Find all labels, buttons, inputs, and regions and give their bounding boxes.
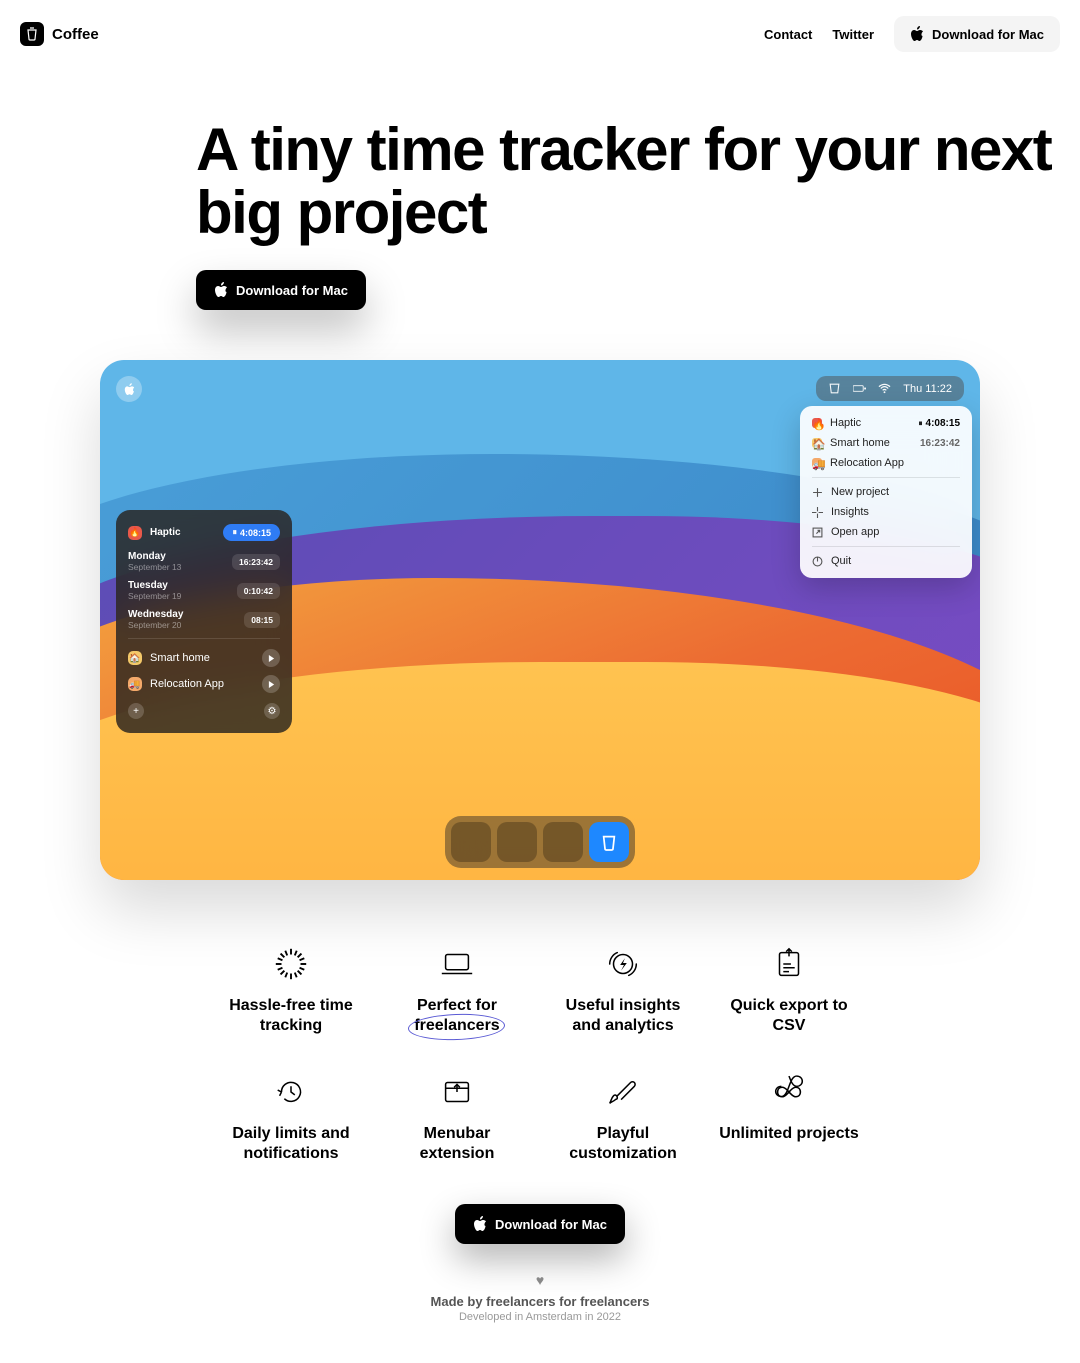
day-row: WednesdaySeptember 2008:15 <box>128 609 280 630</box>
dock-item[interactable] <box>543 822 583 862</box>
apple-icon <box>214 282 228 298</box>
laptop-icon <box>386 940 528 988</box>
spinner-icon <box>220 940 362 988</box>
sparkle-icon <box>812 507 823 518</box>
day-row: TuesdaySeptember 190:10:42 <box>128 580 280 601</box>
project-row: 🚚Relocation App <box>128 675 280 693</box>
feature-limits: Daily limits and notifications <box>220 1068 362 1164</box>
add-button[interactable]: + <box>128 703 144 719</box>
dock-item-coffee[interactable] <box>589 822 629 862</box>
download-button-footer[interactable]: Download for Mac <box>455 1204 625 1244</box>
hero-title: A tiny time tracker for your next big pr… <box>196 118 1080 244</box>
credits: ♥ Made by freelancers for freelancers De… <box>0 1272 1080 1363</box>
menubar-dropdown: 🔥Haptic4:08:15 🏠Smart home16:23:42 🚚Relo… <box>800 406 972 578</box>
feature-csv: Quick export to CSV <box>718 940 860 1036</box>
dock-item[interactable] <box>497 822 537 862</box>
feature-hasslefree: Hassle-free time tracking <box>220 940 362 1036</box>
brand-name: Coffee <box>52 26 99 43</box>
nav: Contact Twitter Download for Mac <box>764 16 1060 52</box>
menu-quit[interactable]: Quit <box>800 551 972 571</box>
menubar: Thu 11:22 <box>816 376 964 401</box>
feature-customization: Playful customization <box>552 1068 694 1164</box>
battery-icon <box>853 382 866 395</box>
app-footer: + ⚙ <box>128 703 280 719</box>
feature-insights: Useful insights and analytics <box>552 940 694 1036</box>
active-timer-pill[interactable]: ⏸ 4:08:15 <box>223 524 280 541</box>
dock-item[interactable] <box>451 822 491 862</box>
apple-menu-icon <box>116 376 142 402</box>
header: Coffee Contact Twitter Download for Mac <box>0 0 1080 68</box>
app-active-project: 🔥Haptic ⏸ 4:08:15 <box>128 524 280 541</box>
plus-icon <box>812 487 823 498</box>
csv-icon <box>718 940 860 988</box>
bolt-circle-icon <box>552 940 694 988</box>
menubar-icon <box>386 1068 528 1116</box>
credits-line1: Made by freelancers for freelancers <box>0 1294 1080 1309</box>
play-button[interactable] <box>262 649 280 667</box>
desktop-mockup: Thu 11:22 🔥Haptic4:08:15 🏠Smart home16:2… <box>100 360 980 880</box>
wifi-icon <box>878 382 891 395</box>
dock <box>445 816 635 868</box>
apple-icon <box>910 26 924 42</box>
download-button-hero[interactable]: Download for Mac <box>196 270 366 310</box>
nav-contact[interactable]: Contact <box>764 27 812 42</box>
heart-icon: ♥ <box>0 1272 1080 1288</box>
cta: Download for Mac <box>0 1204 1080 1244</box>
menu-project-relocation[interactable]: 🚚Relocation App <box>800 453 972 473</box>
credits-line2: Developed in Amsterdam in 2022 <box>0 1311 1080 1323</box>
menu-new-project[interactable]: New project <box>800 482 972 502</box>
menu-insights[interactable]: Insights <box>800 502 972 522</box>
nav-twitter[interactable]: Twitter <box>832 27 874 42</box>
feature-menubar: Menubar extension <box>386 1068 528 1164</box>
feature-freelancers: Perfect for freelancers <box>386 940 528 1036</box>
menu-project-smarthome[interactable]: 🏠Smart home16:23:42 <box>800 433 972 453</box>
menu-open-app[interactable]: Open app <box>800 522 972 542</box>
play-button[interactable] <box>262 675 280 693</box>
features-grid: Hassle-free time tracking Perfect for fr… <box>220 940 860 1164</box>
menu-project-haptic[interactable]: 🔥Haptic4:08:15 <box>800 413 972 433</box>
app-window: 🔥Haptic ⏸ 4:08:15 MondaySeptember 1316:2… <box>116 510 292 733</box>
apple-icon <box>473 1216 487 1232</box>
project-row: 🏠Smart home <box>128 649 280 667</box>
menubar-time: Thu 11:22 <box>903 383 952 395</box>
day-row: MondaySeptember 1316:23:42 <box>128 551 280 572</box>
infinity-icon <box>718 1068 860 1116</box>
brand-icon <box>20 22 44 46</box>
cup-icon <box>828 382 841 395</box>
power-icon <box>812 556 823 567</box>
hero: A tiny time tracker for your next big pr… <box>0 68 1080 310</box>
download-button-header[interactable]: Download for Mac <box>894 16 1060 52</box>
open-icon <box>812 527 823 538</box>
history-icon <box>220 1068 362 1116</box>
feature-unlimited: Unlimited projects <box>718 1068 860 1164</box>
brand: Coffee <box>20 22 99 46</box>
brush-icon <box>552 1068 694 1116</box>
settings-button[interactable]: ⚙ <box>264 703 280 719</box>
